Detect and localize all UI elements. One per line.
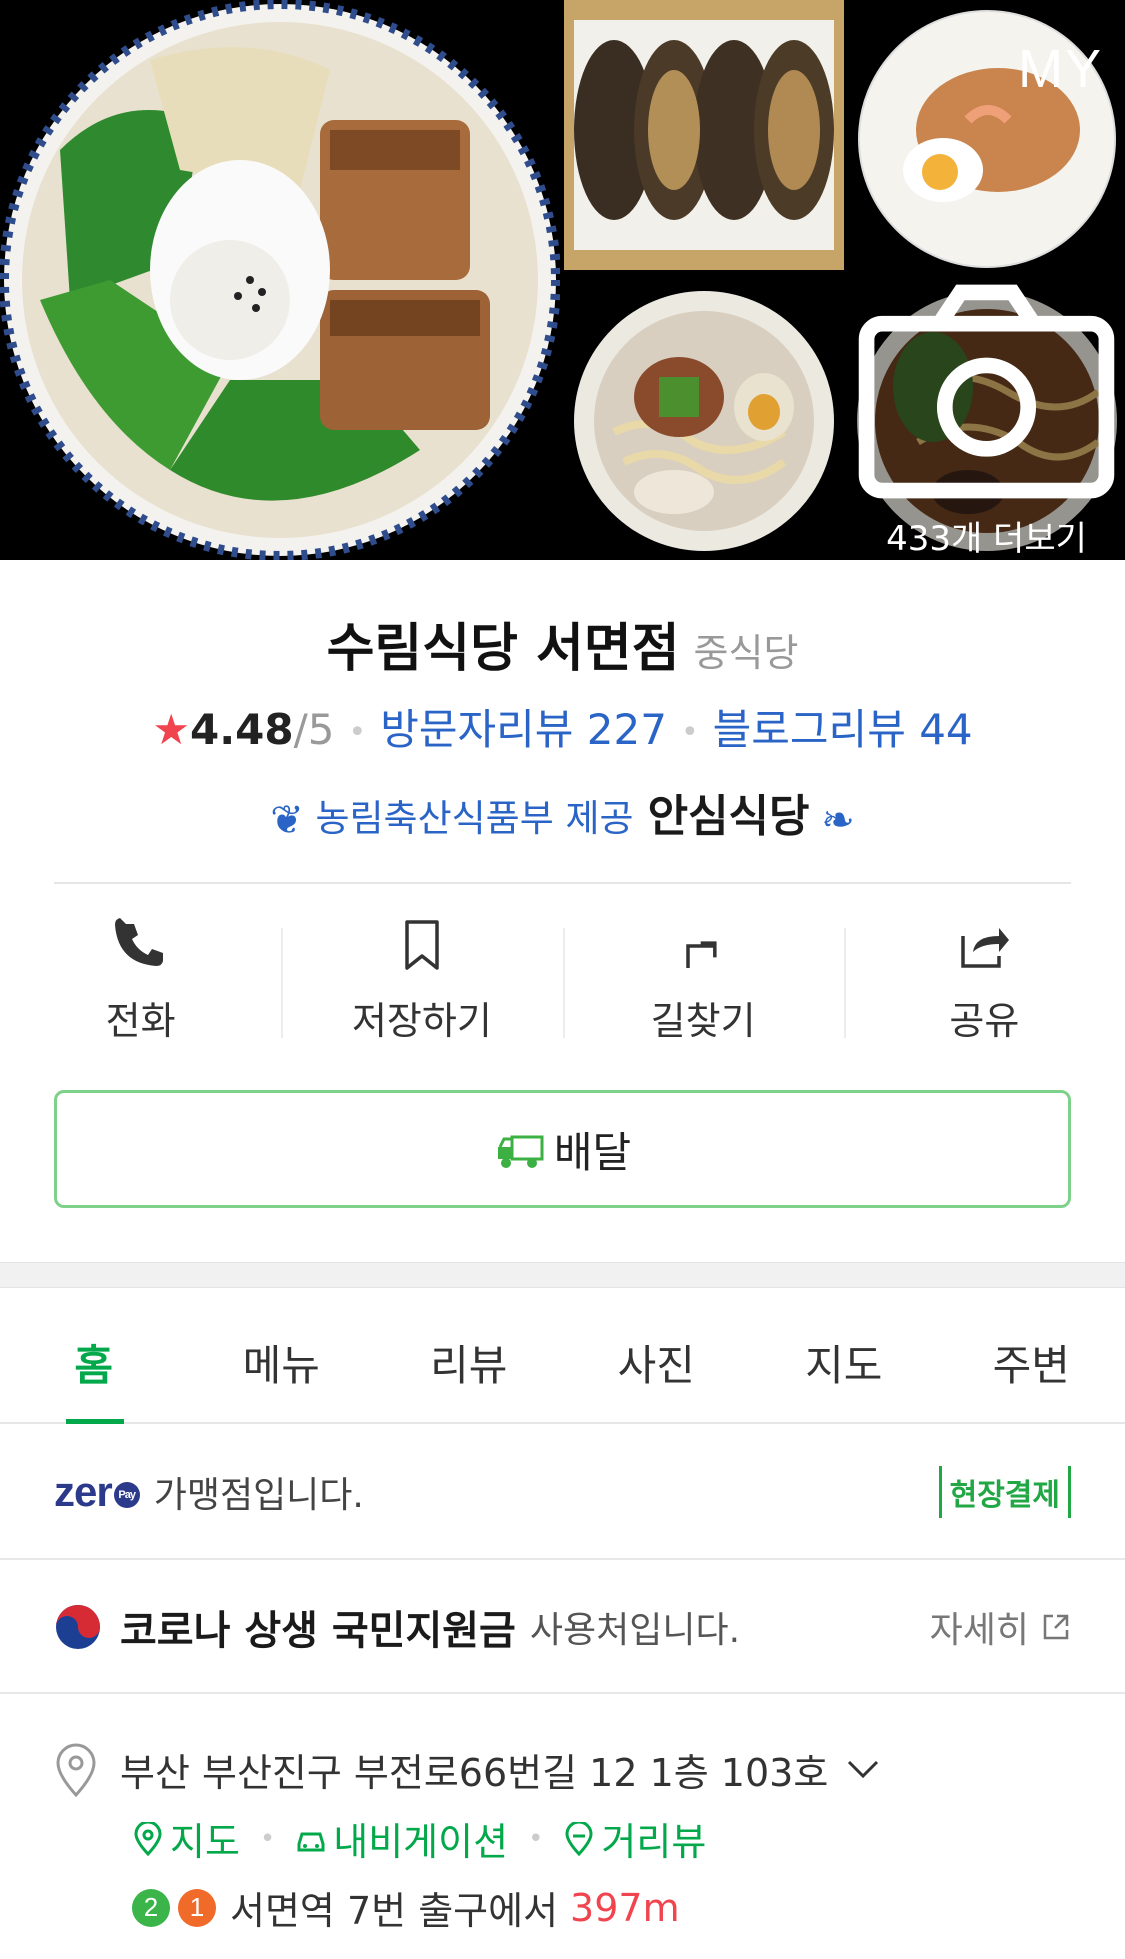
zeropay-logo-text: zer: [54, 1468, 113, 1515]
tab-reviews[interactable]: 리뷰: [375, 1290, 563, 1422]
corona-text: 사용처입니다.: [529, 1610, 741, 1651]
delivery-truck-icon: [497, 1135, 544, 1168]
zeropay-text: 가맹점입니다.: [153, 1475, 364, 1516]
photo-thumb-2[interactable]: MY: [848, 0, 1125, 278]
taegeuk-icon: [56, 1605, 100, 1649]
place-title: 수림식당 서면점: [326, 619, 680, 679]
star-icon: ★: [152, 705, 190, 754]
map-link[interactable]: 지도: [170, 1811, 240, 1866]
subway-line-1-badge: 1: [178, 1888, 216, 1927]
more-photos-label: 433개 더보기: [886, 519, 1087, 559]
tab-bar: 홈 메뉴 리뷰 사진 지도 주변: [0, 1290, 1125, 1424]
photo-gallery: MY 433개 더보기: [0, 0, 1125, 560]
tab-nearby[interactable]: 주변: [938, 1290, 1125, 1422]
photo-thumb-3[interactable]: [564, 282, 844, 560]
share-label: 공유: [949, 999, 1020, 1043]
zeropay-pay-mark: Pay: [113, 1481, 140, 1508]
street-view-icon: [565, 1821, 593, 1856]
visitor-reviews-link[interactable]: 방문자리뷰 227: [380, 705, 667, 754]
safe-restaurant-badge[interactable]: ❦ 농림축산식품부 제공 안심식당 ❧: [0, 780, 1125, 844]
blog-reviews-link[interactable]: 블로그리뷰 44: [713, 705, 973, 754]
tab-map[interactable]: 지도: [750, 1290, 938, 1422]
rating-max: /5: [293, 705, 335, 754]
badge-provider: 농림축산식품부 제공: [315, 797, 634, 840]
onsite-payment-badge: 현장결제: [938, 1466, 1071, 1518]
laurel-right-icon: ❧: [821, 797, 855, 844]
divider: [54, 882, 1071, 884]
place-header: 수림식당 서면점 중식당: [0, 606, 1125, 681]
photo-more[interactable]: 433개 더보기: [848, 282, 1125, 560]
zeropay-row: zer Pay 가맹점입니다. 현장결제: [0, 1426, 1125, 1560]
rating-row: ★4.48/5 • 방문자리뷰 227 • 블로그리뷰 44: [0, 696, 1125, 757]
separator-dot: •: [259, 1823, 276, 1854]
address-links: 지도 • 내비게이션 • 거리뷰: [132, 1811, 1071, 1866]
tab-home[interactable]: 홈: [0, 1290, 188, 1424]
rating-score: 4.48: [190, 705, 294, 754]
separator-dot: •: [680, 715, 699, 750]
station-name: 서면역: [230, 1889, 335, 1933]
directions-button[interactable]: 길찾기: [562, 918, 844, 1048]
place-category: 중식당: [693, 631, 799, 675]
car-icon: [297, 1832, 325, 1851]
share-button[interactable]: 공유: [843, 918, 1125, 1048]
map-pin-icon: [134, 1821, 162, 1856]
phone-icon: [114, 918, 163, 966]
street-view-link[interactable]: 거리뷰: [601, 1811, 706, 1866]
action-bar: 전화 저장하기 길찾기 공유: [0, 918, 1125, 1048]
zeropay-logo: zer Pay: [54, 1468, 140, 1516]
separator-dot: •: [348, 715, 367, 750]
tab-menu[interactable]: 메뉴: [188, 1290, 376, 1422]
directions-icon: [686, 941, 717, 968]
address-section: 부산 부산진구 부전로66번길 12 1층 103호 지도 • 내비게이션 • …: [54, 1742, 1071, 1935]
save-button[interactable]: 저장하기: [281, 918, 562, 1048]
bookmark-icon: [405, 920, 439, 970]
external-link-icon: [1043, 1614, 1069, 1640]
separator-dot: •: [528, 1823, 544, 1854]
photo-thumb-1[interactable]: [564, 0, 844, 278]
station-distance: 397m: [570, 1885, 680, 1930]
chevron-down-icon[interactable]: [846, 1758, 880, 1782]
corona-title: 코로나 상생 국민지원금: [120, 1608, 516, 1654]
station-exit: 7번 출구에서: [346, 1889, 559, 1933]
camera-icon: [858, 284, 1115, 499]
subway-line-2-badge: 2: [132, 1888, 170, 1927]
corona-detail-link[interactable]: 자세히: [930, 1601, 1071, 1653]
location-pin-icon: [56, 1743, 96, 1797]
corona-support-row: 코로나 상생 국민지원금 사용처입니다. 자세히: [0, 1562, 1125, 1694]
navigation-link[interactable]: 내비게이션: [333, 1811, 508, 1866]
call-label: 전화: [105, 999, 176, 1043]
laurel-left-icon: ❦: [270, 797, 304, 844]
share-icon: [961, 928, 1010, 968]
tab-photos[interactable]: 사진: [563, 1290, 751, 1422]
my-label[interactable]: MY: [1018, 38, 1103, 100]
call-button[interactable]: 전화: [0, 918, 281, 1048]
delivery-button[interactable]: 배달: [54, 1090, 1071, 1208]
more-photos-overlay[interactable]: 433개 더보기: [848, 282, 1125, 560]
subway-info: 2 1 서면역 7번 출구에서 397m: [132, 1880, 1071, 1935]
directions-label: 길찾기: [650, 999, 756, 1043]
address-line[interactable]: 부산 부산진구 부전로66번길 12 1층 103호: [54, 1742, 1071, 1797]
badge-name: 안심식당: [647, 791, 810, 842]
save-label: 저장하기: [351, 999, 492, 1043]
delivery-label: 배달: [553, 1127, 632, 1177]
detail-label: 자세히: [929, 1610, 1029, 1651]
photo-main[interactable]: [0, 0, 560, 560]
address-text: 부산 부산진구 부전로66번길 12 1층 103호: [120, 1751, 829, 1795]
section-separator: [0, 1262, 1125, 1288]
